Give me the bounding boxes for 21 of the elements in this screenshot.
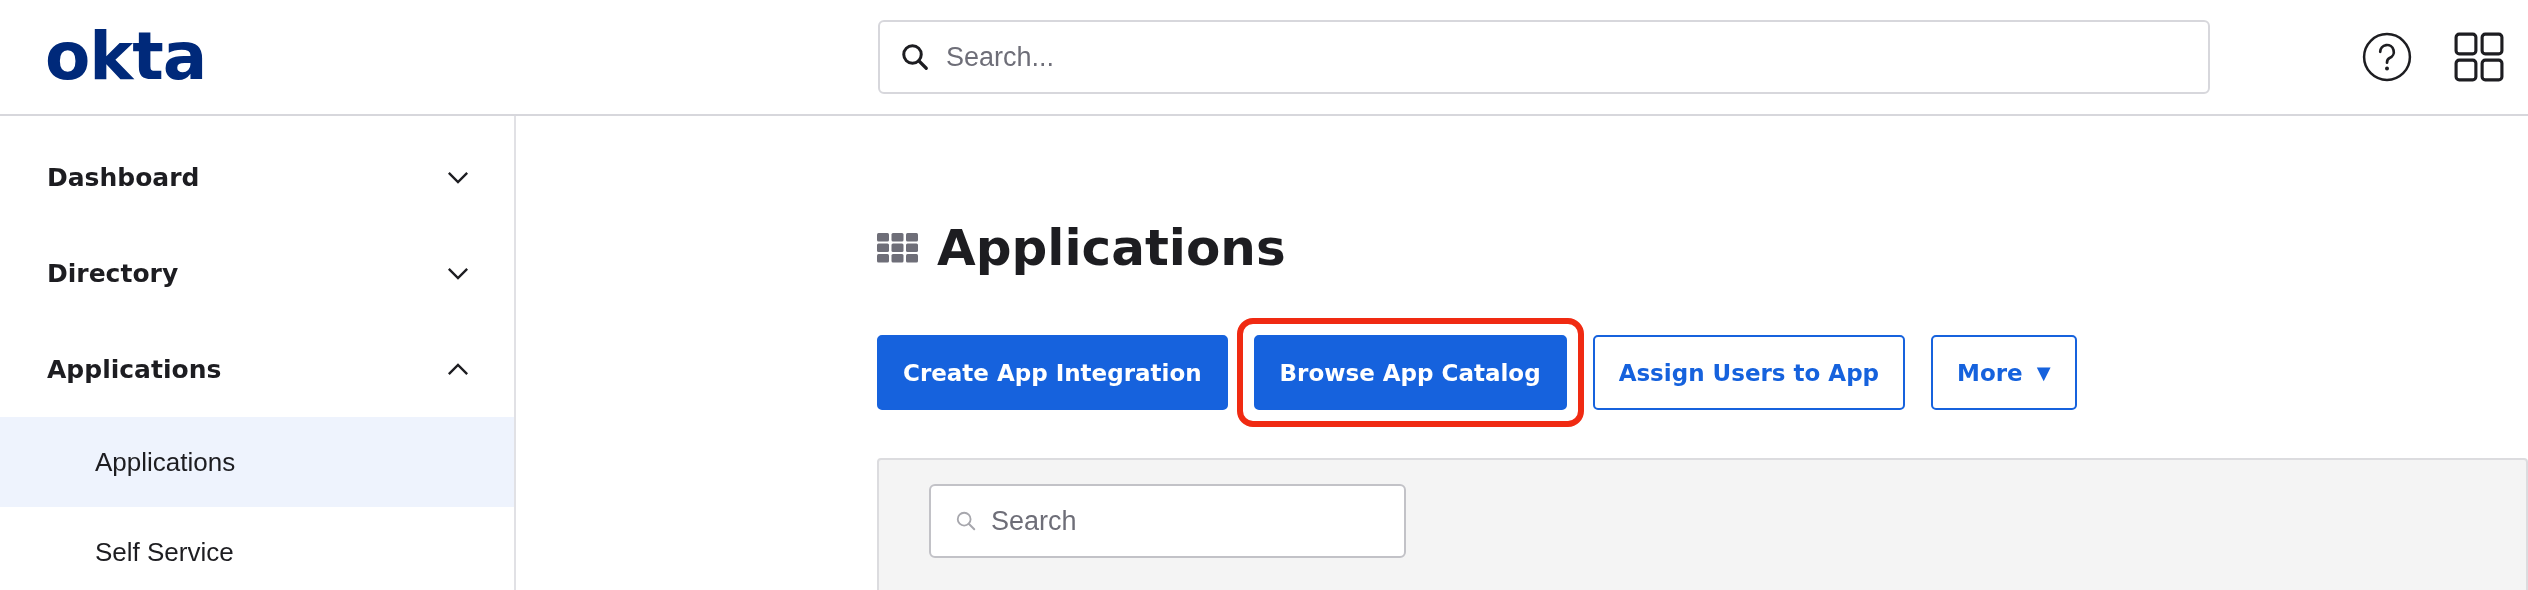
- sidebar-item[interactable]: Self Service: [0, 507, 514, 590]
- action-button[interactable]: More ▼: [1931, 335, 2077, 410]
- sidebar-item[interactable]: Applications: [0, 417, 514, 507]
- apps-grid-icon[interactable]: [2454, 32, 2504, 82]
- action-button[interactable]: Create App Integration: [877, 335, 1228, 410]
- search-field[interactable]: Search...: [878, 20, 2210, 94]
- action-button[interactable]: Assign Users to App: [1592, 335, 1906, 410]
- sidebar-section[interactable]: Applications: [0, 321, 514, 417]
- search-field[interactable]: Search: [929, 484, 1406, 558]
- sidebar-section[interactable]: Dashboard: [0, 129, 514, 225]
- okta-logo[interactable]: okta: [45, 18, 207, 95]
- search-icon: [900, 42, 930, 72]
- grid-icon: [877, 233, 919, 263]
- action-button[interactable]: Browse App Catalog: [1253, 335, 1567, 410]
- chevron-up-icon: [447, 362, 469, 376]
- chevron-down-icon: [447, 266, 469, 280]
- search-icon: [955, 510, 977, 532]
- page-title: Applications: [937, 219, 1286, 277]
- chevron-down-icon: [447, 170, 469, 184]
- help-icon[interactable]: [2362, 32, 2412, 82]
- sidebar-section[interactable]: Directory: [0, 225, 514, 321]
